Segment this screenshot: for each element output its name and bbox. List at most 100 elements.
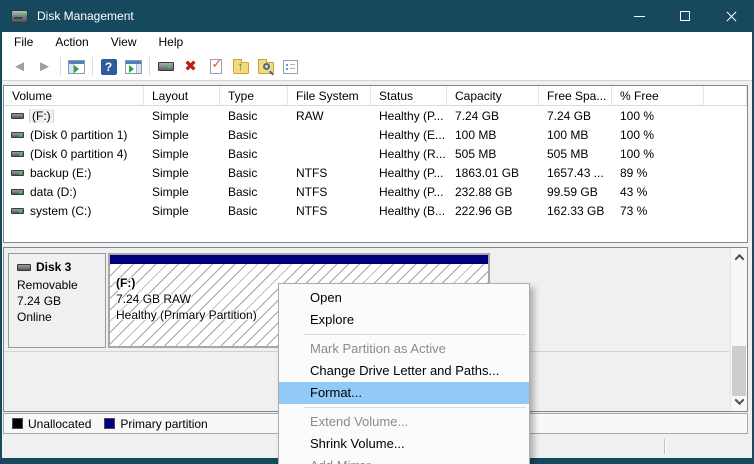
console-tree-icon [68, 59, 85, 74]
toolbar-separator [149, 57, 150, 76]
column-header-status[interactable]: Status [371, 86, 447, 105]
menu-item-change-drive-letter[interactable]: Change Drive Letter and Paths... [279, 360, 529, 382]
action-pane-icon [125, 59, 142, 74]
menu-view[interactable]: View [100, 32, 148, 53]
scroll-down-button[interactable] [731, 393, 747, 410]
volume-name: system (C:) [30, 203, 92, 218]
menu-file[interactable]: File [3, 32, 44, 53]
maximize-button[interactable] [662, 0, 708, 32]
menu-item-shrink-volume[interactable]: Shrink Volume... [279, 433, 529, 455]
menu-item-mark-partition-active: Mark Partition as Active [310, 341, 446, 356]
volume-icon [11, 112, 24, 119]
legend-primary-partition: Primary partition [104, 416, 208, 431]
volume-icon [11, 169, 24, 176]
folder-explore-icon [257, 59, 274, 74]
disk-icon [17, 263, 31, 271]
primary-partition-swatch [104, 418, 116, 429]
volume-name: (Disk 0 partition 1) [30, 127, 128, 142]
vertical-scrollbar[interactable] [730, 248, 747, 411]
volume-name: backup (E:) [30, 165, 92, 180]
column-header-free-space[interactable]: Free Spa... [539, 86, 612, 105]
action-pane-button[interactable] [121, 55, 146, 79]
table-row[interactable]: system (C:) Simple Basic NTFS Healthy (B… [4, 201, 747, 220]
document-check-icon: ✓ [209, 56, 222, 74]
window-title: Disk Management [37, 9, 134, 23]
context-menu: Open Explore Mark Partition as Active Ch… [278, 283, 530, 464]
column-header-pct-free[interactable]: % Free [612, 86, 704, 105]
column-header-volume[interactable]: Volume [4, 86, 144, 105]
explore-button[interactable] [253, 55, 278, 79]
volume-name: (Disk 0 partition 4) [30, 146, 128, 161]
toolbar-separator [60, 57, 61, 76]
menu-item-add-mirror: Add Mirror... [279, 455, 529, 464]
legend-label: Unallocated [28, 416, 92, 431]
volume-icon [11, 131, 24, 138]
chevron-up-icon [734, 253, 744, 264]
checklist-icon [283, 59, 298, 74]
column-header-file-system[interactable]: File System [288, 86, 371, 105]
open-button[interactable]: ↑ [228, 55, 253, 79]
table-row[interactable]: data (D:) Simple Basic NTFS Healthy (P..… [4, 182, 747, 201]
chevron-down-icon [734, 395, 744, 406]
table-row[interactable]: backup (E:) Simple Basic NTFS Healthy (P… [4, 163, 747, 182]
app-icon [11, 9, 28, 23]
scroll-up-button[interactable] [731, 249, 747, 266]
help-button[interactable]: ? [96, 55, 121, 79]
caption-buttons [616, 0, 754, 32]
disk-status: Online [17, 310, 52, 324]
volume-name: (F:) [29, 108, 54, 123]
menu-item-extend-volume: Extend Volume... [310, 414, 409, 429]
legend-unallocated: Unallocated [12, 417, 91, 431]
refresh-disk-button[interactable] [153, 55, 178, 79]
menu-item-format[interactable]: Format... [279, 382, 529, 404]
primary-partition-strip [110, 255, 488, 264]
titlebar: Disk Management [0, 0, 754, 32]
delete-volume-button[interactable]: ✖ [178, 55, 203, 79]
check-volume-button[interactable]: ✓ [203, 55, 228, 79]
menu-action[interactable]: Action [44, 32, 99, 53]
toolbar-separator [92, 57, 93, 76]
partition-size-fs: 7.24 GB RAW [116, 292, 191, 306]
menu-item-open[interactable]: Open [279, 287, 529, 309]
menu-separator [304, 407, 526, 408]
column-header-capacity[interactable]: Capacity [447, 86, 539, 105]
volume-icon [11, 188, 24, 195]
magnifier-icon [262, 63, 270, 70]
delete-icon: ✖ [184, 58, 197, 75]
menu-item-explore[interactable]: Explore [279, 309, 529, 331]
table-row[interactable]: (F:) Simple Basic RAW Healthy (P... 7.24… [4, 106, 747, 125]
menu-help[interactable]: Help [148, 32, 195, 53]
table-row[interactable]: (Disk 0 partition 4) Simple Basic Health… [4, 144, 747, 163]
scrollbar-thumb[interactable] [732, 346, 746, 396]
show-console-tree-button[interactable] [64, 55, 89, 79]
close-icon [725, 10, 738, 23]
disk-info-box[interactable]: Disk 3 Removable 7.24 GB Online [8, 253, 106, 348]
partition-label: (F:) [116, 276, 136, 290]
forward-icon: ► [37, 58, 52, 75]
close-button[interactable] [708, 0, 754, 32]
partition-text: (F:) 7.24 GB RAW Healthy (Primary Partit… [116, 275, 257, 323]
forward-button[interactable]: ► [32, 55, 57, 79]
legend-label: Primary partition [120, 416, 208, 431]
column-header-layout[interactable]: Layout [144, 86, 220, 105]
disk-device-icon [157, 62, 174, 71]
help-icon: ? [100, 58, 117, 75]
maximize-icon [680, 11, 690, 21]
table-row[interactable]: (Disk 0 partition 1) Simple Basic Health… [4, 125, 747, 144]
status-bar-divider [664, 439, 666, 454]
properties-list-button[interactable] [278, 55, 303, 79]
disk-name: Disk 3 [36, 260, 72, 274]
minimize-button[interactable] [616, 0, 662, 32]
column-header-type[interactable]: Type [220, 86, 288, 105]
volume-icon [11, 150, 24, 157]
back-button[interactable]: ◄ [7, 55, 32, 79]
minimize-icon [633, 15, 645, 17]
unallocated-swatch [12, 418, 23, 429]
folder-open-icon: ↑ [232, 59, 249, 74]
column-header-blank [704, 86, 747, 105]
menu-separator [304, 334, 526, 335]
volume-icon [11, 207, 24, 214]
back-icon: ◄ [12, 58, 27, 75]
menu-bar: File Action View Help [2, 32, 752, 53]
volume-table-header: Volume Layout Type File System Status Ca… [4, 86, 747, 106]
